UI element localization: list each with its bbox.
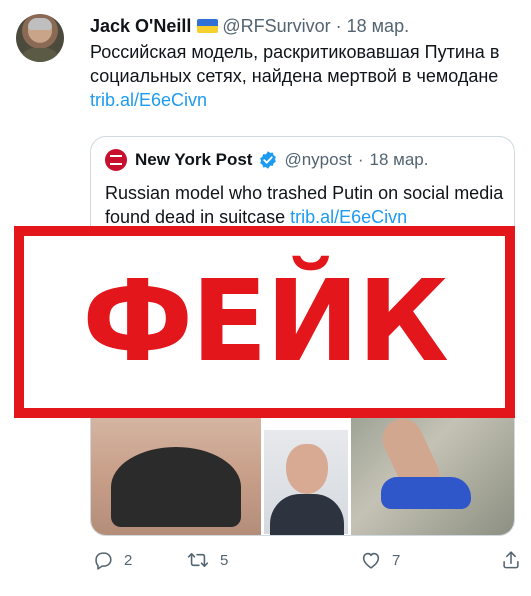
avatar-hair bbox=[28, 18, 52, 30]
quote-media[interactable] bbox=[91, 407, 514, 535]
tweet-card: Jack O'Neill @RFSurvivor · 18 мар. Россий… bbox=[0, 0, 531, 596]
quote-date: 18 мар. bbox=[369, 150, 429, 169]
tweet-date[interactable]: 18 мар. bbox=[347, 16, 409, 36]
retweet-count: 5 bbox=[220, 551, 229, 569]
model-photo bbox=[91, 407, 261, 535]
share-icon bbox=[503, 551, 519, 569]
tweet-link[interactable]: trib.al/E6eCivn bbox=[90, 90, 207, 110]
legs-photo bbox=[351, 407, 514, 535]
tweet-text: Российская модель, раскритиковавшая Пути… bbox=[90, 40, 515, 112]
quote-separator: · bbox=[357, 150, 364, 169]
author-handle[interactable]: @RFSurvivor bbox=[222, 16, 330, 36]
verified-icon bbox=[260, 151, 277, 169]
photo-face bbox=[286, 444, 328, 494]
like-icon bbox=[362, 552, 380, 569]
retweet-icon bbox=[187, 552, 209, 568]
quote-link[interactable]: trib.al/E6eCivn bbox=[290, 207, 407, 227]
fake-stamp: ФЕЙК bbox=[14, 226, 515, 418]
ukraine-flag-icon bbox=[197, 19, 219, 33]
reply-icon bbox=[95, 552, 112, 570]
like-count: 7 bbox=[392, 551, 401, 569]
author-name[interactable]: Jack O'Neill bbox=[90, 16, 191, 36]
photo-shoe bbox=[381, 477, 471, 509]
header-separator: · bbox=[335, 16, 342, 36]
putin-photo bbox=[261, 427, 351, 535]
photo-garment bbox=[111, 447, 241, 527]
quote-header: New York Post @nypost · 18 мар. bbox=[105, 149, 428, 171]
fake-label: ФЕЙК bbox=[82, 257, 449, 387]
like-button[interactable]: 7 bbox=[360, 549, 400, 571]
reply-count: 2 bbox=[124, 551, 133, 569]
quote-text: Russian model who trashed Putin on socia… bbox=[105, 181, 505, 229]
quote-handle: @nypost bbox=[284, 150, 352, 169]
retweet-button[interactable]: 5 bbox=[186, 549, 228, 571]
tweet-body: Российская модель, раскритиковавшая Пути… bbox=[90, 42, 500, 86]
quote-author-name: New York Post bbox=[135, 150, 253, 169]
share-button[interactable] bbox=[500, 549, 522, 571]
tweet-actions: 2 5 7 bbox=[90, 548, 519, 572]
reply-button[interactable]: 2 bbox=[92, 549, 132, 571]
tweet-header: Jack O'Neill @RFSurvivor · 18 мар. bbox=[90, 16, 409, 37]
nypost-logo-icon bbox=[105, 149, 127, 171]
avatar-shirt bbox=[20, 48, 60, 62]
photo-suit bbox=[270, 494, 344, 535]
author-avatar[interactable] bbox=[16, 14, 64, 62]
